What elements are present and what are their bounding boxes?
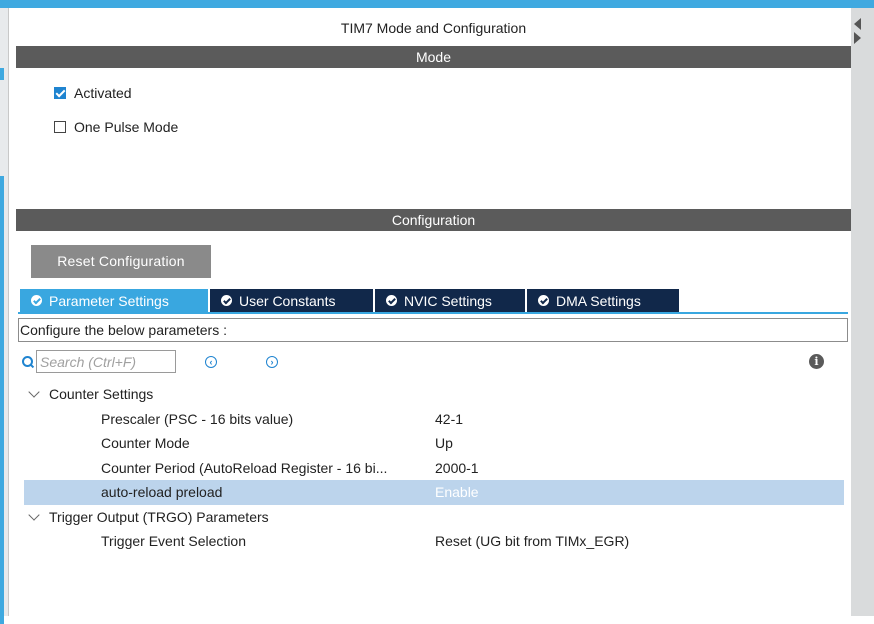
tab-parameter-settings[interactable]: Parameter Settings: [20, 289, 208, 312]
collapse-right-icon[interactable]: [854, 32, 861, 44]
param-name: Prescaler (PSC - 16 bits value): [101, 410, 294, 427]
param-row-counter-period[interactable]: Counter Period (AutoReload Register - 16…: [24, 456, 844, 481]
param-value[interactable]: Up: [434, 435, 453, 451]
tab-label: DMA Settings: [556, 292, 641, 309]
right-splitter[interactable]: [851, 8, 874, 616]
tab-nvic-settings[interactable]: NVIC Settings: [375, 289, 525, 312]
next-match-icon[interactable]: ›: [266, 356, 278, 368]
param-row-counter-mode[interactable]: Counter Mode Up: [24, 431, 844, 456]
collapse-left-icon[interactable]: [854, 18, 861, 30]
check-circle-icon: [221, 295, 232, 306]
page-title: TIM7 Mode and Configuration: [340, 20, 527, 36]
param-row-trigger-event-selection[interactable]: Trigger Event Selection Reset (UG bit fr…: [24, 529, 844, 554]
info-icon[interactable]: i: [809, 354, 824, 369]
activated-label: Activated: [74, 85, 132, 101]
group-label: Trigger Output (TRGO) Parameters: [49, 508, 269, 525]
tab-user-constants[interactable]: User Constants: [210, 289, 373, 312]
check-circle-icon: [31, 295, 42, 306]
search-bar: [22, 349, 176, 374]
group-counter-settings[interactable]: Counter Settings: [24, 382, 844, 407]
chevron-down-icon[interactable]: [28, 509, 40, 521]
reset-configuration-button[interactable]: Reset Configuration: [31, 245, 211, 278]
param-name: Trigger Event Selection: [101, 533, 246, 550]
chevron-down-icon[interactable]: [28, 386, 40, 398]
parameter-tree: Counter Settings Prescaler (PSC - 16 bit…: [24, 382, 844, 554]
param-value[interactable]: 42-1: [434, 411, 463, 427]
tab-label: Parameter Settings: [49, 292, 169, 309]
param-name: Counter Mode: [101, 435, 190, 452]
instruction-text: Configure the below parameters :: [18, 318, 848, 342]
search-icon: [22, 355, 34, 368]
tabs-underline: [18, 312, 848, 314]
param-row-auto-reload-preload[interactable]: auto-reload preload Enable: [24, 480, 844, 505]
left-panel-edge: [0, 8, 8, 624]
search-input[interactable]: [36, 350, 176, 373]
activated-checkbox[interactable]: [54, 87, 66, 99]
group-trigger-output[interactable]: Trigger Output (TRGO) Parameters: [24, 505, 844, 530]
panel-divider: [8, 8, 9, 616]
param-row-prescaler[interactable]: Prescaler (PSC - 16 bits value) 42-1: [24, 407, 844, 432]
param-value[interactable]: 2000-1: [434, 460, 479, 476]
param-name: auto-reload preload: [101, 484, 223, 501]
check-circle-icon: [386, 295, 397, 306]
param-value[interactable]: Enable: [434, 484, 479, 501]
param-value[interactable]: Reset (UG bit from TIMx_EGR): [434, 533, 629, 549]
previous-match-icon[interactable]: ‹: [205, 356, 217, 368]
left-edge-marker: [0, 176, 4, 624]
one-pulse-mode-label: One Pulse Mode: [74, 119, 179, 135]
activated-checkbox-row[interactable]: Activated: [54, 85, 132, 101]
window-top-bar: [0, 0, 874, 8]
mode-section-header: Mode: [16, 46, 851, 68]
param-name: Counter Period (AutoReload Register - 16…: [101, 459, 388, 476]
check-circle-icon: [538, 295, 549, 306]
config-tabs: Parameter Settings User Constants NVIC S…: [20, 289, 681, 312]
left-edge-marker: [0, 68, 4, 80]
one-pulse-mode-checkbox-row[interactable]: One Pulse Mode: [54, 119, 178, 135]
tab-dma-settings[interactable]: DMA Settings: [527, 289, 679, 312]
group-label: Counter Settings: [49, 386, 154, 403]
tab-label: User Constants: [239, 292, 336, 309]
one-pulse-mode-checkbox[interactable]: [54, 121, 66, 133]
tab-label: NVIC Settings: [404, 292, 492, 309]
configuration-section-header: Configuration: [16, 209, 851, 231]
